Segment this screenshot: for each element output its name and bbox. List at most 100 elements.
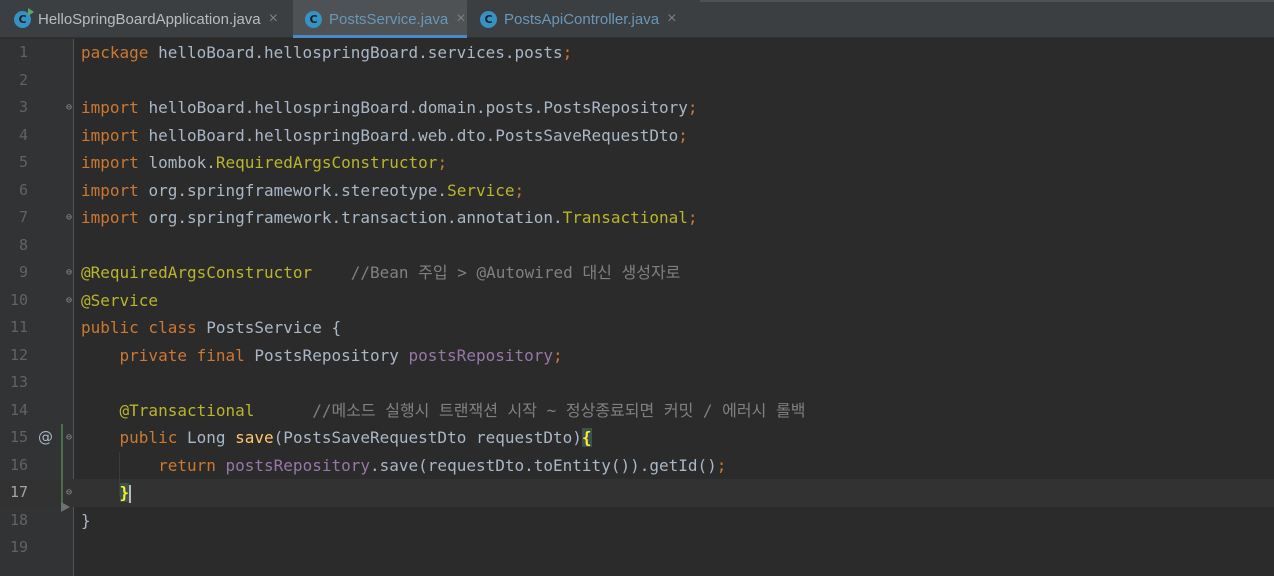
line-number: 6	[18, 180, 28, 199]
line-number: 11	[9, 318, 28, 336]
code-text[interactable]: @Transactional //메소드 실행시 트랜잭션 시작 ~ 정상종료되…	[81, 397, 806, 425]
line-number: 3	[18, 98, 28, 116]
code-line[interactable]: 4 import helloBoard.hellospringBoard.web.…	[0, 122, 1274, 150]
fold-icon[interactable]: ⊖	[66, 102, 76, 114]
code-token: @Service	[81, 290, 159, 310]
line-number: 19	[9, 538, 28, 556]
tab-label: PostsService.java	[329, 10, 449, 28]
code-token: helloBoard.hellospringBoard.web.dto.Post…	[148, 125, 679, 145]
tab-bar-accent	[700, 0, 1274, 2]
code-token: public class	[81, 318, 207, 337]
line-number: 4	[18, 125, 28, 144]
code-token: helloBoard.hellospringBoard.services.pos…	[158, 43, 563, 62]
code-line[interactable]: 18}	[0, 507, 1274, 535]
code-text[interactable]: import org.springframework.stereotype.Se…	[81, 177, 524, 205]
code-text[interactable]: @RequiredArgsConstructor //Bean 주입 > @Au…	[81, 259, 680, 287]
code-token: package	[81, 43, 159, 62]
code-text[interactable]: import helloBoard.hellospringBoard.domai…	[81, 94, 698, 122]
code-text[interactable]: public Long save(PostsSaveRequestDto req…	[81, 424, 592, 452]
code-text[interactable]: package helloBoard.hellospringBoard.serv…	[81, 39, 572, 67]
code-text[interactable]: public class PostsService {	[81, 314, 341, 342]
code-line[interactable]: 8	[0, 232, 1274, 260]
code-line[interactable]: 11 public class PostsService {	[0, 314, 1274, 342]
code-line[interactable]: 1 package helloBoard.hellospringBoard.ser…	[0, 39, 1274, 67]
vcs-change-marker[interactable]	[61, 424, 63, 507]
fold-icon[interactable]: ⊖	[66, 267, 76, 279]
code-line[interactable]: 3 import helloBoard.hellospringBoard.doma…	[0, 94, 1274, 122]
code-line[interactable]: 6 import org.springframework.stereotype.S…	[0, 177, 1274, 205]
line-number: 2	[18, 70, 28, 89]
code-token: postsRepository	[225, 455, 371, 475]
code-token: Transactional	[562, 208, 688, 227]
code-token: ;	[562, 43, 573, 62]
indent-guide	[119, 451, 120, 496]
code-text[interactable]: }	[81, 507, 91, 535]
code-token: @RequiredArgsConstructor	[81, 263, 313, 282]
tab-posts-api-controller[interactable]: C PostsApiController.java ×	[468, 0, 690, 38]
code-line[interactable]: 10 @Service	[0, 287, 1274, 315]
code-text[interactable]: return postsRepository.save(requestDto.t…	[81, 452, 726, 480]
line-number: 17	[9, 483, 28, 501]
code-line[interactable]: 9 @RequiredArgsConstructor //Bean 주입 > @A…	[0, 259, 1274, 287]
close-icon[interactable]: ×	[456, 10, 465, 28]
class-run-icon: C	[14, 7, 34, 28]
code-token: import	[81, 180, 149, 200]
matched-brace: {	[581, 428, 592, 447]
code-token: org.springframework.stereotype.	[148, 180, 448, 200]
tab-label: PostsApiController.java	[504, 10, 660, 28]
fold-icon[interactable]: ⊖	[66, 432, 76, 444]
code-token: org.springframework.transaction.annotati…	[148, 208, 563, 227]
code-line[interactable]: 13	[0, 369, 1274, 397]
tab-posts-service[interactable]: C PostsService.java ×	[293, 0, 467, 38]
code-token: lombok.	[148, 153, 216, 172]
code-token: .save(requestDto.toEntity()).getId()	[370, 455, 717, 475]
code-token: ;	[687, 208, 698, 227]
code-line[interactable]: 14 @Transactional //메소드 실행시 트랜잭션 시작 ~ 정상…	[0, 397, 1274, 425]
code-line[interactable]: 2	[0, 67, 1274, 95]
code-line[interactable]: 12 private final PostsRepository postsRe…	[0, 342, 1274, 370]
code-token: //메소드 실행시 트랜잭션 시작 ~ 정상종료되면 커밋 / 에러시 롤백	[254, 400, 806, 420]
line-number: 16	[9, 455, 28, 474]
code-token: ;	[553, 345, 563, 365]
line-number: 15	[9, 428, 28, 446]
code-token: RequiredArgsConstructor	[215, 153, 438, 172]
code-token: ;	[716, 455, 727, 475]
code-text[interactable]: import helloBoard.hellospringBoard.web.d…	[81, 122, 688, 150]
fold-icon[interactable]: ⊖	[66, 212, 76, 224]
text-cursor	[129, 484, 132, 503]
line-number: 5	[18, 153, 28, 171]
code-line[interactable]: 17 }	[0, 479, 1274, 507]
code-token: import	[81, 98, 149, 117]
code-token: ;	[514, 180, 525, 200]
code-token: }	[81, 510, 91, 530]
line-number: 14	[9, 400, 28, 419]
code-text[interactable]: }	[81, 479, 132, 507]
code-text[interactable]: import org.springframework.transaction.a…	[81, 204, 698, 232]
code-line[interactable]: 5 import lombok.RequiredArgsConstructor;	[0, 149, 1274, 177]
fold-icon[interactable]: ⊖	[66, 487, 76, 499]
line-number: 12	[9, 345, 28, 364]
code-text[interactable]: private final PostsRepository postsRepos…	[81, 342, 563, 370]
fold-icon[interactable]: ⊖	[66, 295, 76, 307]
code-token: return	[158, 455, 226, 475]
close-icon[interactable]: ×	[269, 10, 278, 28]
code-text[interactable]: import lombok.RequiredArgsConstructor;	[81, 149, 447, 177]
code-line[interactable]: 16 return postsRepository.save(requestDt…	[0, 452, 1274, 480]
close-icon[interactable]: ×	[667, 10, 676, 28]
line-number: 10	[9, 290, 28, 309]
code-token: (PostsSaveRequestDto requestDto)	[273, 428, 582, 447]
line-number: 8	[18, 235, 28, 254]
code-line[interactable]: 19	[0, 534, 1274, 562]
code-text[interactable]: @Service	[81, 287, 158, 315]
tab-label: HelloSpringBoardApplication.java	[38, 10, 261, 28]
tab-hello-spring-board-application[interactable]: C HelloSpringBoardApplication.java ×	[0, 0, 292, 38]
line-number: 1	[18, 43, 28, 61]
code-token: ;	[437, 153, 448, 172]
code-line[interactable]: 7 import org.springframework.transaction.…	[0, 204, 1274, 232]
code-line[interactable]: 15 public Long save(PostsSaveRequestDto …	[0, 424, 1274, 452]
implements-marker-icon[interactable]: @	[38, 424, 53, 452]
editor-tab-bar: C HelloSpringBoardApplication.java × C P…	[0, 0, 1274, 38]
